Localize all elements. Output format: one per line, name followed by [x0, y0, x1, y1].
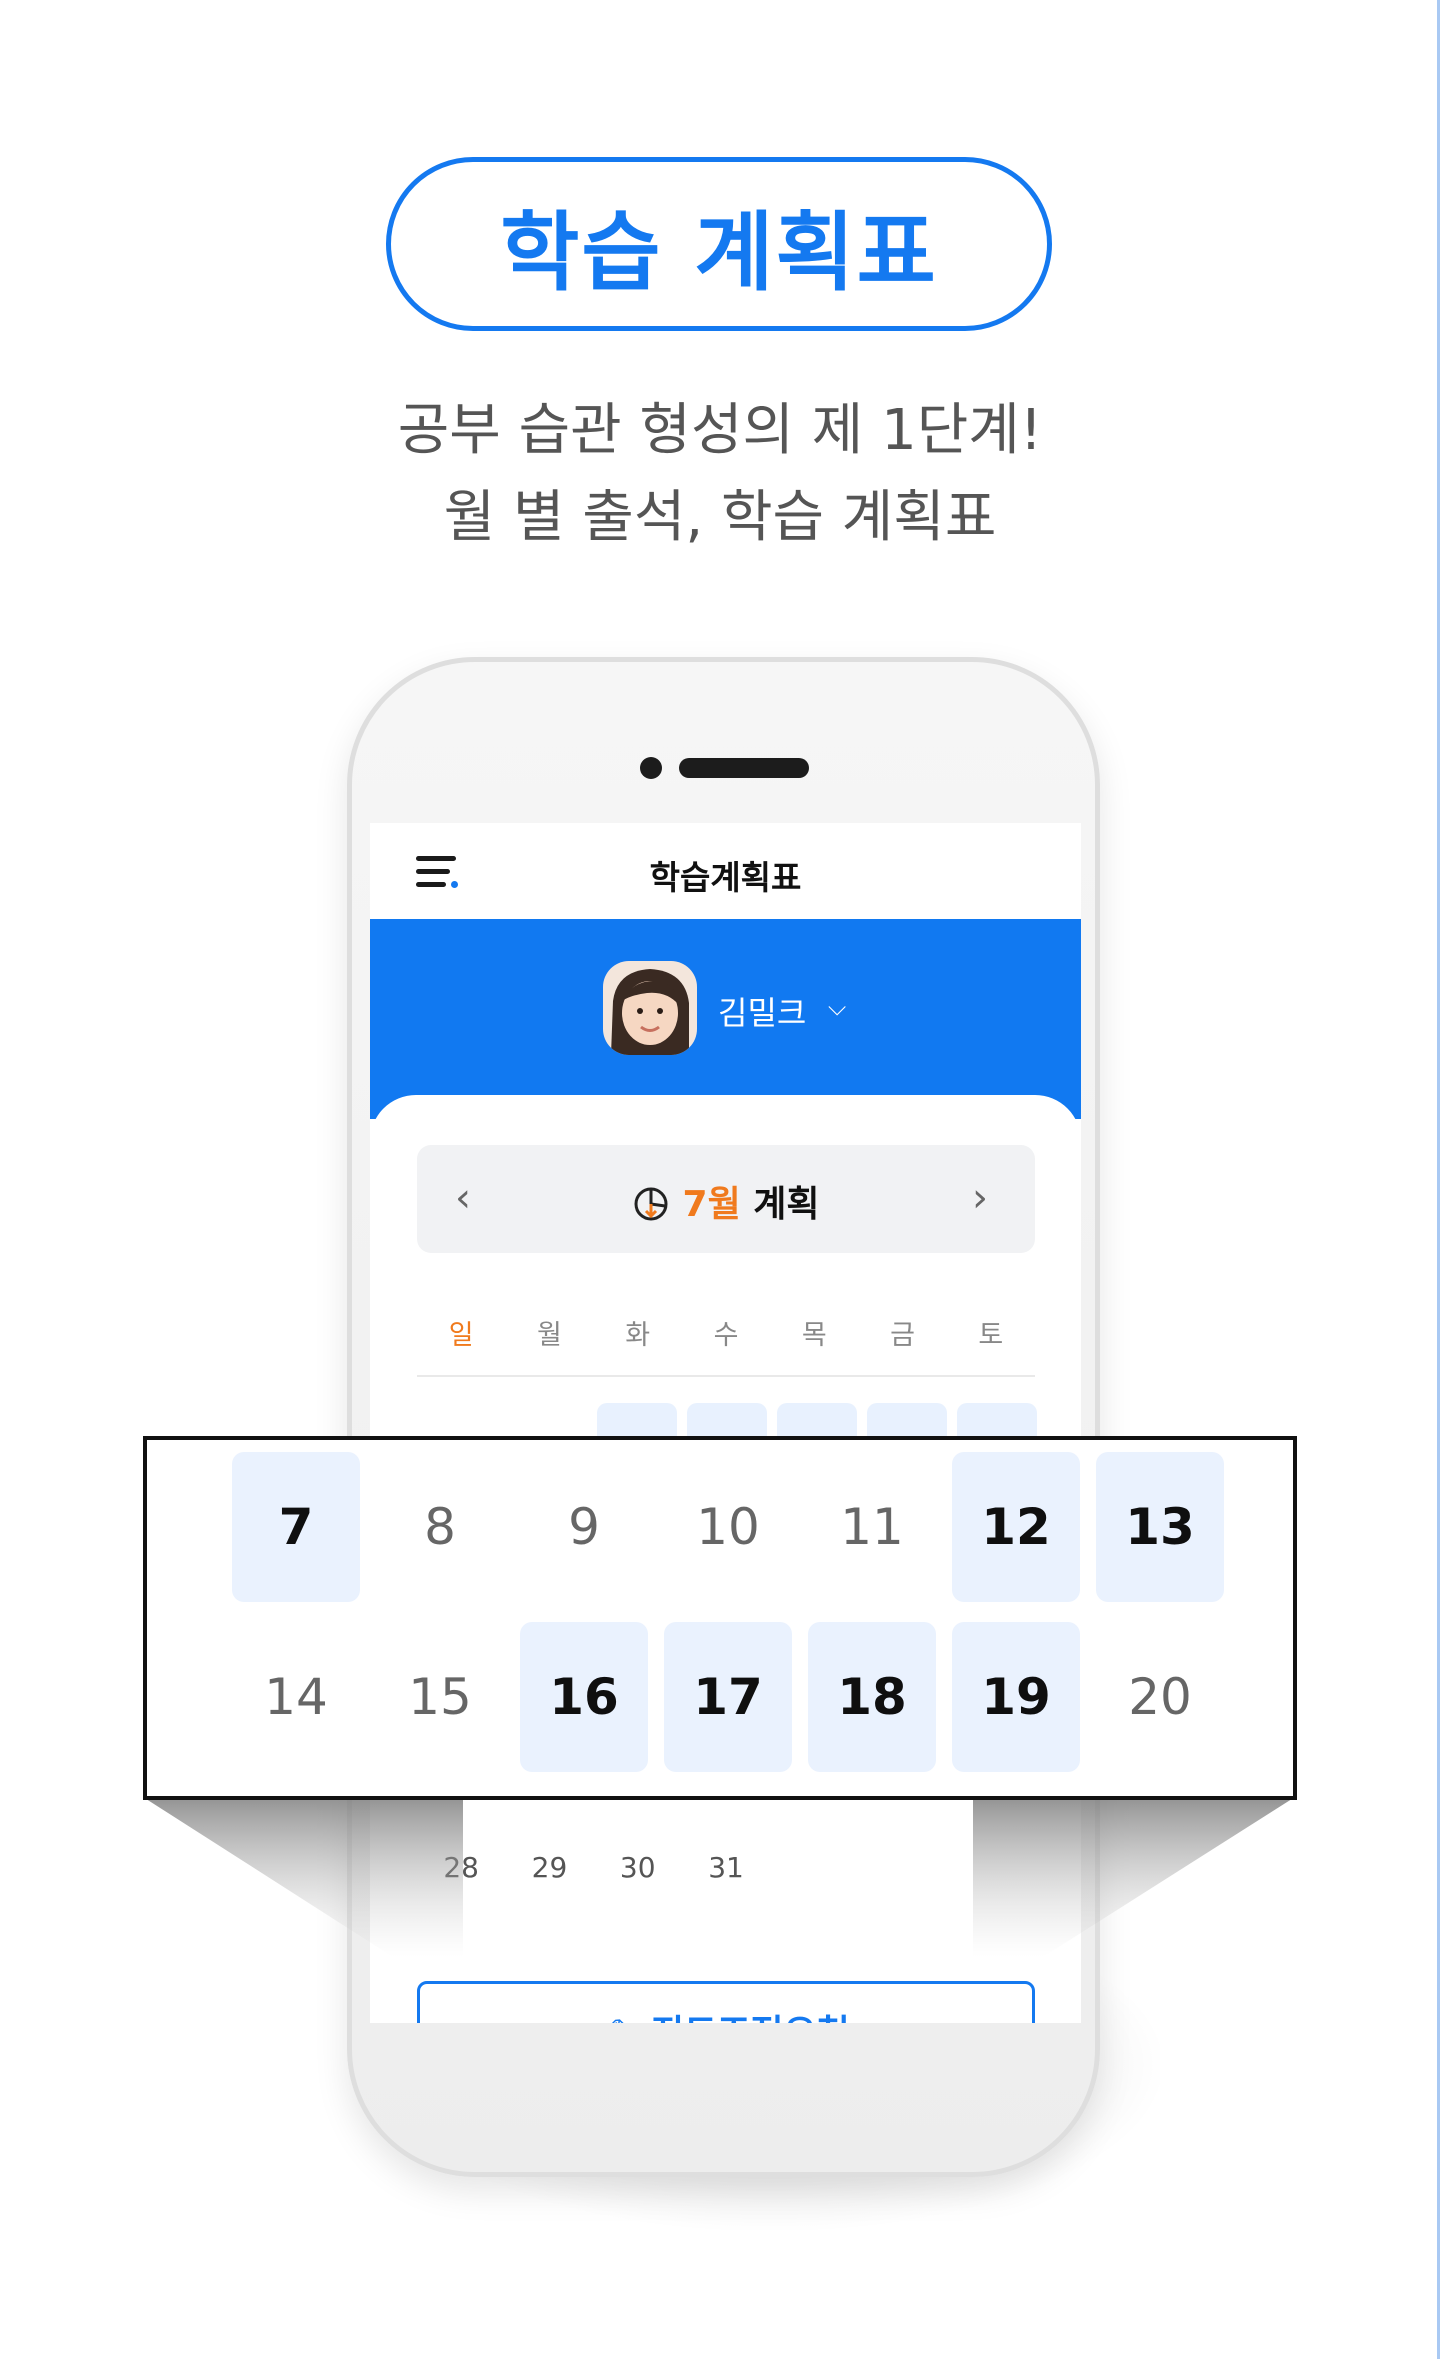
phone-speaker: [679, 758, 809, 778]
month-navigator: ‹ 7월 계획 ›: [417, 1145, 1035, 1253]
pencil-ruler-icon: ✎: [608, 2013, 638, 2023]
day-cell[interactable]: 8: [376, 1452, 504, 1602]
phone-camera: [640, 757, 662, 779]
progress-adjust-label: ✎ 진도조정요청: [420, 2004, 1038, 2023]
weekday-fri: 금: [890, 1320, 915, 1351]
month-suffix: 계획: [753, 1184, 820, 1225]
weekday-mon: 월: [537, 1320, 562, 1351]
title-pill: 학습 계획표: [386, 157, 1052, 331]
weekday-wed: 수: [713, 1320, 739, 1351]
chevron-right-icon[interactable]: ›: [972, 1175, 988, 1221]
day-cell[interactable]: 7: [232, 1452, 360, 1602]
weekday-sat: 토: [978, 1320, 1004, 1351]
month-number: 7월: [682, 1184, 741, 1225]
chevron-down-icon[interactable]: ⌵: [828, 993, 846, 1021]
page-title: 학습 계획표: [500, 202, 938, 303]
callout-shadow: [143, 1797, 1295, 1957]
day-cell[interactable]: 18: [808, 1622, 936, 1772]
day-cell[interactable]: 15: [376, 1622, 504, 1772]
app-title: 학습계획표: [649, 858, 802, 897]
day-cell[interactable]: 20: [1096, 1622, 1224, 1772]
day-cell[interactable]: 14: [232, 1622, 360, 1772]
day-cell[interactable]: 12: [952, 1452, 1080, 1602]
progress-adjust-text: 진도조정요청: [651, 2013, 850, 2023]
subtitle-line-1: 공부 습관 형성의 제 1단계!: [397, 398, 1043, 463]
day-cell[interactable]: 13: [1096, 1452, 1224, 1602]
weekday-header: 일 월 화 수 목 금 토: [417, 1313, 1035, 1353]
month-label: 7월 계획: [417, 1175, 1035, 1227]
weekday-divider: [417, 1375, 1035, 1377]
day-cell[interactable]: 17: [664, 1622, 792, 1772]
weekday-thu: 목: [801, 1320, 827, 1351]
progress-adjust-button[interactable]: ✎ 진도조정요청: [417, 1981, 1035, 2023]
avatar-photo: [603, 961, 697, 1055]
subtitle-line-2: 월 별 출석, 학습 계획표: [443, 485, 997, 550]
avatar[interactable]: [603, 961, 697, 1055]
app-bar: 학습계획표: [370, 823, 1081, 919]
weekday-sun: 일: [448, 1320, 474, 1351]
day-cell[interactable]: 16: [520, 1622, 648, 1772]
day-cell[interactable]: 11: [808, 1452, 936, 1602]
weekday-tue: 화: [625, 1320, 651, 1351]
day-cell[interactable]: 10: [664, 1452, 792, 1602]
calendar-zoom-callout: 7 8 9 10 11 12 13 14 15 16 17 18 19 20: [143, 1436, 1297, 1800]
pie-chart-icon: [634, 1187, 668, 1221]
day-cell[interactable]: 9: [520, 1452, 648, 1602]
day-cell[interactable]: 19: [952, 1622, 1080, 1772]
child-name[interactable]: 김밀크: [718, 988, 806, 1034]
